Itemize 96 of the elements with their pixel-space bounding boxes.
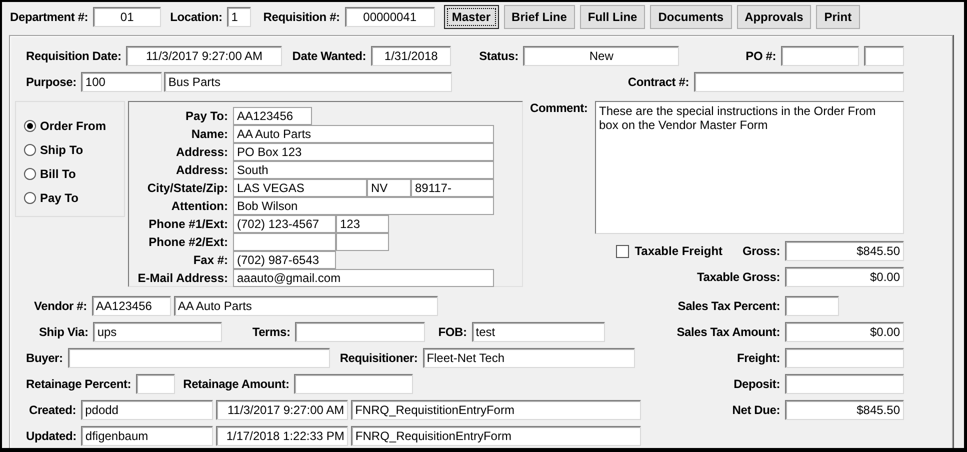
field-label: Created: <box>29 403 76 417</box>
text-field[interactable]: $0.00 <box>785 267 904 287</box>
text-field[interactable]: 1 <box>227 7 252 27</box>
field-label: Net Due: <box>732 403 780 417</box>
text-field[interactable]: 11/3/2017 9:27:00 AM <box>126 46 282 66</box>
field-label: Fax #: <box>192 252 229 269</box>
text-field[interactable]: 1/31/2018 <box>371 46 452 66</box>
field-label: Contract #: <box>628 75 689 89</box>
field-label: Buyer: <box>26 351 63 365</box>
toolbar-button[interactable]: Master <box>444 5 499 29</box>
field-label: Location: <box>170 10 222 24</box>
text-field[interactable]: AA Auto Parts <box>233 125 494 143</box>
field-label: Purpose: <box>26 75 76 89</box>
toolbar-button[interactable]: Full Line <box>580 5 646 29</box>
text-field[interactable]: (702) 987-6543 <box>233 251 336 269</box>
taxable-freight-checkbox[interactable]: Taxable Freight <box>616 244 723 258</box>
text-field[interactable]: 11/3/2017 9:27:00 AM <box>216 400 348 420</box>
toolbar-button[interactable]: Brief Line <box>504 5 575 29</box>
text-field[interactable] <box>295 322 426 342</box>
text-field[interactable]: $845.50 <box>785 400 904 420</box>
text-field[interactable]: AA123456 <box>233 107 312 125</box>
field-label: Retainage Amount: <box>183 377 290 391</box>
text-field[interactable]: test <box>472 322 605 342</box>
address-type-radio[interactable]: Ship To <box>24 141 124 159</box>
field-label: Sales Tax Percent: <box>678 299 780 313</box>
text-field[interactable] <box>864 46 904 66</box>
text-field[interactable]: aaauto@gmail.com <box>233 269 494 287</box>
comment-field[interactable]: These are the special instructions in the Order From box on the Vendor Master Form <box>595 101 904 234</box>
field-label: E-Mail Address: <box>136 270 229 287</box>
field-label: Retainage Percent: <box>26 377 132 391</box>
field-label: Address: <box>174 162 229 179</box>
field-label: Department #: <box>10 10 88 24</box>
text-field[interactable] <box>694 72 904 92</box>
text-field[interactable]: Fleet-Net Tech <box>422 348 635 368</box>
toolbar-button[interactable]: Documents <box>650 5 732 29</box>
text-field[interactable]: AA Auto Parts <box>174 296 438 316</box>
text-field[interactable]: 89117- <box>411 179 494 197</box>
field-label: Requisition #: <box>263 10 340 24</box>
text-field[interactable]: NV <box>367 179 411 197</box>
text-field[interactable]: FNRQ_RequistitionEntryForm <box>351 400 642 420</box>
field-label: Taxable Gross: <box>696 270 780 284</box>
field-label: Freight: <box>736 351 780 365</box>
field-label: Requisitioner: <box>340 351 418 365</box>
field-label: Deposit: <box>734 377 780 391</box>
field-label: Requisition Date: <box>26 49 122 63</box>
text-field[interactable] <box>781 46 859 66</box>
field-label: Address: <box>174 144 229 161</box>
field-label: Gross: <box>742 244 780 258</box>
field-label: FOB: <box>438 325 467 339</box>
text-field[interactable]: dfigenbaum <box>81 426 214 446</box>
text-field[interactable]: 01 <box>93 7 162 27</box>
text-field[interactable]: AA123456 <box>92 296 171 316</box>
text-field[interactable] <box>785 374 904 394</box>
text-field[interactable]: 123 <box>336 215 389 233</box>
text-field[interactable]: $0.00 <box>785 322 904 342</box>
field-label: PO #: <box>746 49 776 63</box>
text-field[interactable]: South <box>233 161 494 179</box>
text-field[interactable] <box>336 233 389 251</box>
text-field[interactable]: Bob Wilson <box>233 197 494 215</box>
field-label: Date Wanted: <box>292 49 366 63</box>
address-type-radio[interactable]: Order From <box>24 117 124 135</box>
text-field[interactable] <box>233 233 336 251</box>
field-label: Terms: <box>252 325 290 339</box>
field-label: Ship Via: <box>39 325 88 339</box>
field-label: Vendor #: <box>34 299 87 313</box>
field-label: Attention: <box>170 198 229 215</box>
text-field[interactable] <box>294 374 414 394</box>
field-label: Status: <box>479 49 518 63</box>
text-field[interactable]: PO Box 123 <box>233 143 494 161</box>
field-label: Phone #2/Ext: <box>148 234 229 251</box>
text-field[interactable] <box>136 374 176 394</box>
text-field[interactable] <box>785 296 839 316</box>
address-type-radio[interactable]: Bill To <box>24 165 124 183</box>
field-label: Pay To: <box>184 108 229 125</box>
text-field[interactable] <box>785 348 904 368</box>
toolbar-button[interactable]: Print <box>816 5 860 29</box>
text-field[interactable]: 00000041 <box>344 7 435 27</box>
text-field[interactable] <box>68 348 330 368</box>
text-field[interactable]: 100 <box>81 72 162 92</box>
text-field[interactable]: New <box>523 46 680 66</box>
text-field[interactable]: FNRQ_RequisitionEntryForm <box>351 426 642 446</box>
field-label: Name: <box>190 126 229 143</box>
address-type-radio[interactable]: Pay To <box>24 189 124 207</box>
text-field[interactable]: (702) 123-4567 <box>233 215 336 233</box>
field-label: City/State/Zip: <box>146 180 229 197</box>
text-field[interactable]: LAS VEGAS <box>233 179 367 197</box>
text-field[interactable]: $845.50 <box>785 241 904 261</box>
field-label: Updated: <box>26 429 76 443</box>
field-label: Sales Tax Amount: <box>676 325 780 339</box>
toolbar-button[interactable]: Approvals <box>736 5 812 29</box>
text-field[interactable]: Bus Parts <box>164 72 452 92</box>
text-field[interactable]: ups <box>93 322 222 342</box>
text-field[interactable]: pdodd <box>81 400 214 420</box>
field-label: Phone #1/Ext: <box>148 216 229 233</box>
text-field[interactable]: 1/17/2018 1:22:33 PM <box>216 426 348 446</box>
field-label: Comment: <box>530 101 588 115</box>
